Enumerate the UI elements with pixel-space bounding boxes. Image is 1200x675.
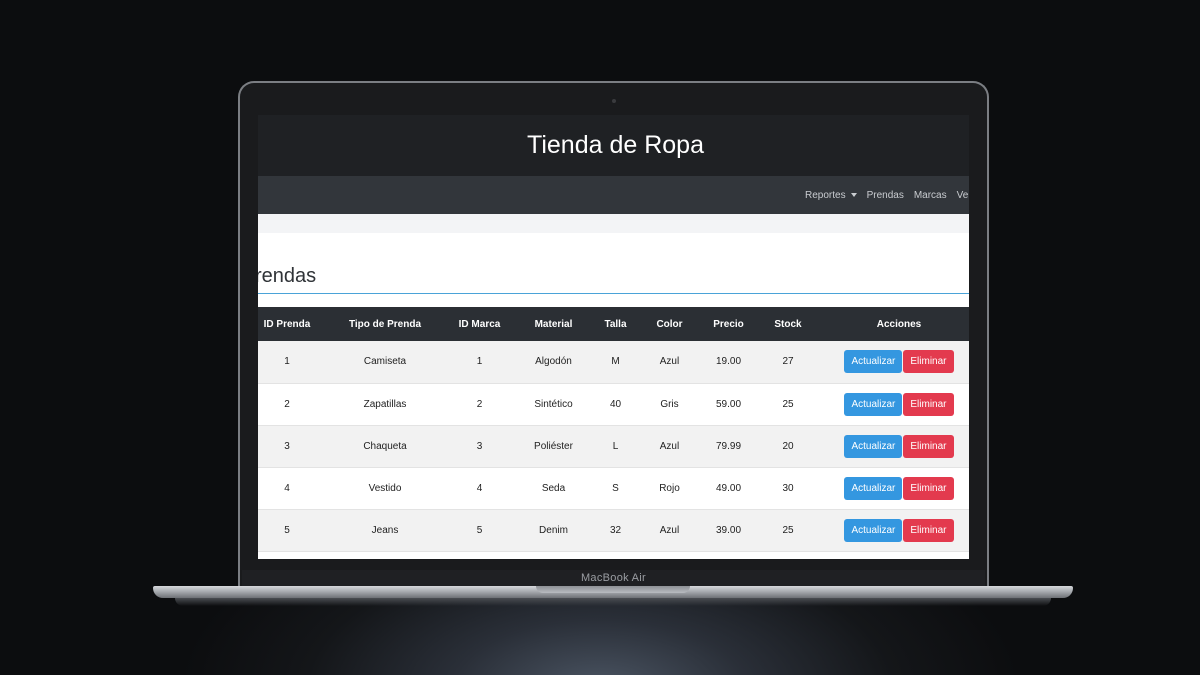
cell-color: Rojo [659, 482, 680, 494]
update-button[interactable]: Actualizar [844, 350, 903, 374]
cell-material: Poliéster [534, 440, 573, 452]
device-label: MacBook Air [580, 572, 647, 584]
delete-button[interactable]: Eliminar [903, 518, 954, 542]
table-row: 2 Zapatillas 2 Sintético 40 Gris 59.00 2… [258, 383, 969, 425]
laptop-screen: Tienda de Ropa Reportes Prendas Marcas V… [258, 115, 969, 559]
cell-stock: 27 [782, 356, 794, 368]
delete-button[interactable]: Eliminar [903, 350, 954, 374]
cell-id: 1 [284, 356, 290, 368]
cell-actions: Actualizar Eliminar [829, 467, 969, 509]
cell-marca: 4 [476, 482, 483, 494]
column-header: Acciones [876, 318, 922, 330]
delete-button[interactable]: Eliminar [903, 476, 954, 500]
table-row: 4 Vestido 4 Seda S Rojo 49.00 30 Actuali… [258, 467, 969, 509]
subbar [258, 214, 969, 233]
nav-items: Reportes Prendas Marcas Ve [805, 176, 969, 214]
cell-id: 5 [284, 524, 290, 536]
cell-talla: L [612, 440, 619, 452]
cell-id: 4 [284, 482, 290, 494]
cell-color: Azul [659, 524, 680, 536]
table-row: 1 Camiseta 1 Algodón M Azul 19.00 27 Act… [258, 341, 969, 383]
cell-precio: 19.00 [715, 356, 742, 368]
cell-tipo: Chaqueta [363, 440, 407, 452]
cell-stock: 30 [782, 482, 794, 494]
column-header: Color [656, 318, 683, 330]
update-button[interactable]: Actualizar [844, 392, 903, 416]
column-header: Tipo de Prenda [348, 318, 422, 330]
cell-actions: Actualizar Eliminar [829, 425, 969, 467]
app-title: Tienda de Ropa [527, 131, 704, 159]
cell-talla: 32 [609, 524, 622, 536]
cell-tipo: Camiseta [363, 356, 407, 368]
column-header: ID Prenda [263, 318, 311, 330]
cell-id: 3 [284, 440, 290, 452]
cell-precio: 39.00 [715, 524, 742, 536]
update-button[interactable]: Actualizar [844, 434, 903, 458]
cell-material: Algodón [535, 356, 572, 368]
heading-divider [258, 293, 969, 294]
cell-talla: 40 [609, 398, 622, 410]
cell-material: Sintético [534, 398, 573, 410]
cell-talla: M [611, 356, 620, 368]
nav-item-prendas[interactable]: Prendas [867, 190, 904, 201]
cell-actions: Actualizar Eliminar [829, 509, 969, 551]
cell-color: Azul [659, 356, 680, 368]
table-row: 3 Chaqueta 3 Poliéster L Azul 79.99 20 A… [258, 425, 969, 467]
cell-material: Seda [541, 482, 566, 494]
app-header: Tienda de Ropa [258, 115, 969, 176]
table-header-row: ID Prenda Tipo de Prenda ID Marca Materi… [258, 307, 969, 341]
table-row: 5 Jeans 5 Denim 32 Azul 39.00 25 Actuali… [258, 509, 969, 551]
delete-button[interactable]: Eliminar [903, 392, 954, 416]
cell-id: 2 [284, 398, 290, 410]
column-header: Talla [604, 318, 627, 330]
update-button[interactable]: Actualizar [844, 518, 903, 542]
laptop-base-shadow [175, 598, 1051, 606]
cell-precio: 59.00 [715, 398, 742, 410]
page-title: rendas [258, 265, 317, 287]
column-header: Stock [774, 318, 802, 330]
nav-reports-dropdown[interactable]: Reportes [805, 190, 857, 201]
cell-color: Azul [659, 440, 680, 452]
cell-color: Gris [660, 398, 679, 410]
cell-material: Denim [539, 524, 568, 536]
prendas-table: ID Prenda Tipo de Prenda ID Marca Materi… [258, 307, 969, 552]
delete-button[interactable]: Eliminar [903, 434, 954, 458]
nav-item-marcas[interactable]: Marcas [914, 190, 947, 201]
cell-precio: 49.00 [715, 482, 742, 494]
laptop-base-notch [536, 586, 690, 593]
cell-tipo: Zapatillas [363, 398, 407, 410]
cell-marca: 2 [476, 398, 483, 410]
cell-precio: 79.99 [715, 440, 742, 452]
cell-actions: Actualizar Eliminar [829, 383, 969, 425]
cell-talla: S [612, 482, 619, 494]
column-header: ID Marca [458, 318, 501, 330]
cell-marca: 3 [476, 440, 483, 452]
cell-marca: 1 [476, 356, 483, 368]
column-header: Precio [713, 318, 744, 330]
cell-stock: 25 [782, 524, 794, 536]
navbar: Reportes Prendas Marcas Ve [258, 176, 969, 214]
nav-reports-label: Reportes [805, 189, 846, 201]
update-button[interactable]: Actualizar [844, 476, 903, 500]
cell-actions: Actualizar Eliminar [829, 341, 969, 383]
caret-down-icon [850, 192, 857, 197]
camera-icon [612, 99, 616, 103]
cell-tipo: Vestido [368, 482, 402, 494]
nav-item-ventas[interactable]: Ve [957, 190, 969, 201]
column-header: Material [534, 318, 573, 330]
cell-stock: 25 [782, 398, 794, 410]
cell-tipo: Jeans [371, 524, 399, 536]
cell-marca: 5 [476, 524, 483, 536]
cell-stock: 20 [782, 440, 794, 452]
